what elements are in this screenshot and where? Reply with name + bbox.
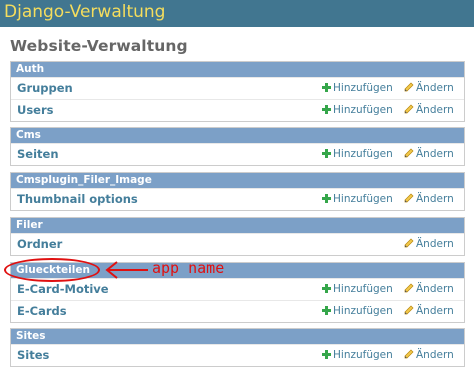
change-link-thumbnail-options[interactable]: Ändern: [404, 193, 454, 205]
change-label: Ändern: [416, 104, 454, 116]
module-auth: Auth Gruppen Hinzufügen Ändern Users Hin…: [10, 61, 465, 122]
add-link-e-cards[interactable]: Hinzufügen: [322, 305, 393, 317]
page-title: Website-Verwaltung: [10, 37, 188, 55]
annotation-label: app name: [152, 259, 225, 277]
pencil-icon: [404, 305, 414, 315]
pencil-icon: [404, 193, 414, 203]
model-link-seiten[interactable]: Seiten: [17, 147, 59, 161]
change-label: Ändern: [416, 193, 454, 205]
model-row-e-cards: E-Cards Hinzufügen Ändern: [11, 300, 464, 322]
model-link-e-cards[interactable]: E-Cards: [17, 304, 67, 318]
model-row-users: Users Hinzufügen Ändern: [11, 99, 464, 121]
module-filer: Filer Ordner Ändern: [10, 217, 465, 256]
add-icon: [322, 350, 331, 359]
change-link-seiten[interactable]: Ändern: [404, 148, 454, 160]
model-link-e-card-motive[interactable]: E-Card-Motive: [17, 282, 109, 296]
admin-header: Django-Verwaltung: [0, 0, 474, 27]
add-link-seiten[interactable]: Hinzufügen: [322, 148, 393, 160]
site-branding[interactable]: Django-Verwaltung: [4, 1, 165, 23]
module-cmsplugin-filer-image: Cmsplugin_Filer_Image Thumbnail options …: [10, 172, 465, 211]
change-link-sites[interactable]: Ändern: [404, 349, 454, 361]
add-link-e-card-motive[interactable]: Hinzufügen: [322, 283, 393, 295]
module-cms: Cms Seiten Hinzufügen Ändern: [10, 127, 465, 166]
change-label: Ändern: [416, 238, 454, 250]
module-caption-filer[interactable]: Filer: [11, 218, 464, 233]
change-link-e-card-motive[interactable]: Ändern: [404, 283, 454, 295]
model-row-thumbnail-options: Thumbnail options Hinzufügen Ändern: [11, 188, 464, 210]
add-icon: [322, 149, 331, 158]
add-label: Hinzufügen: [333, 283, 393, 295]
model-link-ordner[interactable]: Ordner: [17, 237, 62, 251]
change-label: Ändern: [416, 349, 454, 361]
annotation-arrow-icon: [105, 261, 148, 279]
pencil-icon: [404, 104, 414, 114]
add-icon: [322, 194, 331, 203]
model-link-sites[interactable]: Sites: [17, 348, 49, 362]
model-row-e-card-motive: E-Card-Motive Hinzufügen Ändern: [11, 278, 464, 300]
module-caption-sites[interactable]: Sites: [11, 329, 464, 344]
change-link-users[interactable]: Ändern: [404, 104, 454, 116]
model-link-thumbnail-options[interactable]: Thumbnail options: [17, 192, 138, 206]
pencil-icon: [404, 82, 414, 92]
change-label: Ändern: [416, 82, 454, 94]
add-link-sites[interactable]: Hinzufügen: [322, 349, 393, 361]
change-link-e-cards[interactable]: Ändern: [404, 305, 454, 317]
add-label: Hinzufügen: [333, 349, 393, 361]
add-label: Hinzufügen: [333, 305, 393, 317]
model-row-gruppen: Gruppen Hinzufügen Ändern: [11, 77, 464, 99]
change-label: Ändern: [416, 305, 454, 317]
pencil-icon: [404, 283, 414, 293]
pencil-icon: [404, 238, 414, 248]
module-caption-auth[interactable]: Auth: [11, 62, 464, 77]
add-link-thumbnail-options[interactable]: Hinzufügen: [322, 193, 393, 205]
pencil-icon: [404, 349, 414, 359]
add-label: Hinzufügen: [333, 193, 393, 205]
model-row-sites: Sites Hinzufügen Ändern: [11, 344, 464, 366]
change-link-ordner[interactable]: Ändern: [404, 238, 454, 250]
add-link-users[interactable]: Hinzufügen: [322, 104, 393, 116]
module-caption-cms[interactable]: Cms: [11, 128, 464, 143]
model-row-seiten: Seiten Hinzufügen Ändern: [11, 143, 464, 165]
add-icon: [322, 306, 331, 315]
add-link-gruppen[interactable]: Hinzufügen: [322, 82, 393, 94]
model-link-gruppen[interactable]: Gruppen: [17, 81, 73, 95]
change-label: Ändern: [416, 283, 454, 295]
add-label: Hinzufügen: [333, 104, 393, 116]
change-link-gruppen[interactable]: Ändern: [404, 82, 454, 94]
add-icon: [322, 83, 331, 92]
add-label: Hinzufügen: [333, 82, 393, 94]
change-label: Ändern: [416, 148, 454, 160]
add-label: Hinzufügen: [333, 148, 393, 160]
model-link-users[interactable]: Users: [17, 103, 54, 117]
pencil-icon: [404, 148, 414, 158]
module-sites: Sites Sites Hinzufügen Ändern: [10, 328, 465, 367]
model-row-ordner: Ordner Ändern: [11, 233, 464, 255]
add-icon: [322, 284, 331, 293]
annotation-ellipse: [4, 258, 100, 282]
module-caption-cmsplugin-filer-image[interactable]: Cmsplugin_Filer_Image: [11, 173, 464, 188]
add-icon: [322, 105, 331, 114]
